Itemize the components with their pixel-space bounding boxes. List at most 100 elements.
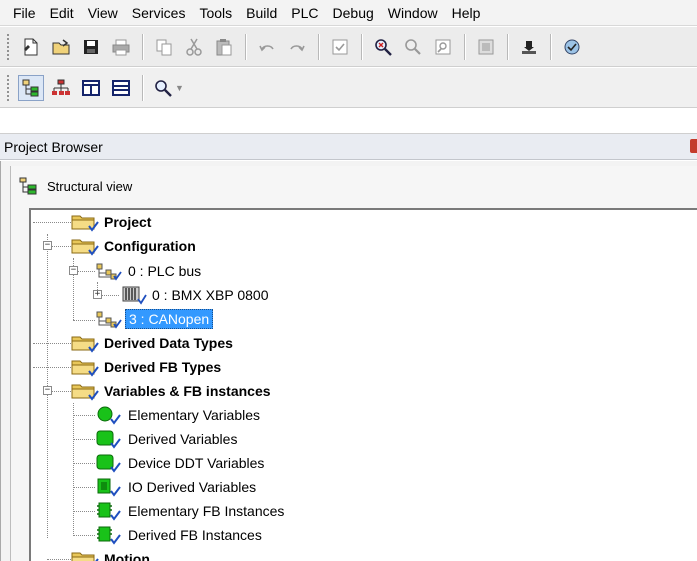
tree-item-label: 0 : BMX XBP 0800	[152, 287, 269, 303]
tree-item-derived-fb-instances[interactable]: Derived FB Instances	[95, 524, 265, 546]
tree-item-label: Derived Variables	[128, 431, 238, 447]
find-icon[interactable]	[370, 34, 396, 60]
tree-item-canopen[interactable]: 3 : CANopen	[95, 308, 214, 330]
structural-view-label: Structural view	[47, 178, 133, 194]
structural-view-icon[interactable]	[18, 74, 44, 101]
menu-view[interactable]: View	[81, 0, 125, 26]
fb-instance-icon	[95, 525, 125, 545]
tree-item-variables[interactable]: Variables & FB instances	[71, 380, 274, 402]
tree-item-derived-data-types[interactable]: Derived Data Types	[71, 332, 236, 354]
collapse-variables[interactable]: −	[43, 386, 52, 395]
tree-item-device-ddt-variables[interactable]: Device DDT Variables	[95, 452, 267, 474]
tree-item-derived-fb-types[interactable]: Derived FB Types	[71, 356, 224, 378]
paste-icon[interactable]	[211, 34, 237, 60]
tree-connector	[73, 439, 95, 440]
toolbar-separator	[507, 33, 508, 60]
undo-icon[interactable]	[254, 34, 280, 60]
tree-connector	[33, 222, 71, 223]
tree-item-motion[interactable]: Motion	[71, 548, 153, 561]
variable-circle-icon	[95, 405, 125, 425]
expand-rack[interactable]: +	[93, 290, 102, 299]
project-browser-panel: Structural view − − + − Project Configur…	[0, 161, 697, 561]
structural-view-icon	[19, 177, 37, 195]
validate-icon[interactable]	[327, 34, 353, 60]
menu-help[interactable]: Help	[445, 0, 488, 26]
tree-item-label: Configuration	[104, 238, 196, 254]
toolbar-grip[interactable]	[6, 73, 10, 102]
menu-bar: File Edit View Services Tools Build PLC …	[0, 0, 697, 26]
tree-item-elementary-fb-instances[interactable]: Elementary FB Instances	[95, 500, 287, 522]
tree-connector	[73, 535, 95, 536]
close-icon[interactable]	[690, 139, 697, 153]
search-icon[interactable]	[430, 34, 456, 60]
toolbar-separator	[245, 33, 246, 60]
analyze-icon[interactable]	[559, 34, 585, 60]
tree-item-label: 0 : PLC bus	[128, 263, 202, 279]
tree-item-label: Derived Data Types	[104, 335, 233, 351]
project-tree[interactable]: − − + − Project Configuration 0 : PLC bu…	[29, 208, 697, 561]
copy-icon[interactable]	[151, 34, 177, 60]
toolbar-separator	[361, 33, 362, 60]
fb-instance-icon	[95, 501, 125, 521]
bus-icon	[95, 309, 125, 329]
structural-view-tab[interactable]: Structural view	[19, 171, 132, 201]
chevron-down-icon[interactable]: ▼	[175, 83, 184, 93]
menu-build[interactable]: Build	[239, 0, 284, 26]
print-icon[interactable]	[108, 34, 134, 60]
redo-icon[interactable]	[284, 34, 310, 60]
tree-connector	[73, 487, 95, 488]
menu-edit[interactable]: Edit	[43, 0, 81, 26]
variable-rect-icon	[95, 453, 125, 473]
tree-item-elementary-variables[interactable]: Elementary Variables	[95, 404, 263, 426]
vertical-split-icon[interactable]	[108, 75, 134, 101]
main-toolbar	[0, 27, 697, 67]
folder-icon	[71, 236, 101, 256]
tree-item-label: Variables & FB instances	[104, 383, 271, 399]
tree-connector	[73, 415, 95, 416]
tree-item-project[interactable]: Project	[71, 211, 154, 233]
screen-icon[interactable]	[473, 34, 499, 60]
horizontal-split-icon[interactable]	[78, 75, 104, 101]
tree-item-configuration[interactable]: Configuration	[71, 235, 199, 257]
functional-view-icon[interactable]	[48, 75, 74, 101]
menu-plc[interactable]: PLC	[284, 0, 325, 26]
tree-item-label: IO Derived Variables	[128, 479, 257, 495]
io-variable-icon	[95, 477, 125, 497]
tree-item-io-derived-variables[interactable]: IO Derived Variables	[95, 476, 259, 498]
toolbar-separator	[318, 33, 319, 60]
tree-item-label: Project	[104, 214, 152, 230]
menu-debug[interactable]: Debug	[326, 0, 381, 26]
save-icon[interactable]	[78, 34, 104, 60]
toolbar-separator	[142, 74, 143, 101]
tree-item-rack[interactable]: 0 : BMX XBP 0800	[119, 284, 271, 306]
open-icon[interactable]	[48, 34, 74, 60]
tree-connector	[73, 463, 95, 464]
tree-item-plc-bus[interactable]: 0 : PLC bus	[95, 260, 204, 282]
folder-icon	[71, 549, 101, 561]
folder-icon	[71, 212, 101, 232]
collapse-configuration[interactable]: −	[43, 241, 52, 250]
menu-file[interactable]: File	[6, 0, 43, 26]
toolbar-grip[interactable]	[6, 32, 10, 61]
view-toolbar: ▼	[0, 68, 697, 108]
folder-icon	[71, 381, 101, 401]
export-icon[interactable]	[516, 34, 542, 60]
tree-item-derived-variables[interactable]: Derived Variables	[95, 428, 240, 450]
cut-icon[interactable]	[181, 34, 207, 60]
zoom-icon[interactable]: ▼	[151, 75, 185, 101]
toolbar-separator	[142, 33, 143, 60]
menu-services[interactable]: Services	[125, 0, 193, 26]
toolbar-separator	[550, 33, 551, 60]
tree-connector	[33, 367, 71, 368]
folder-icon	[71, 357, 101, 377]
new-icon[interactable]	[18, 34, 44, 60]
tree-connector	[33, 343, 71, 344]
menu-tools[interactable]: Tools	[192, 0, 239, 26]
bus-icon	[95, 261, 125, 281]
tree-connector	[47, 559, 71, 560]
replace-icon[interactable]	[400, 34, 426, 60]
collapse-plc-bus[interactable]: −	[69, 266, 78, 275]
menu-window[interactable]: Window	[381, 0, 445, 26]
tree-connector	[73, 403, 74, 536]
tree-item-label: Derived FB Types	[104, 359, 222, 375]
